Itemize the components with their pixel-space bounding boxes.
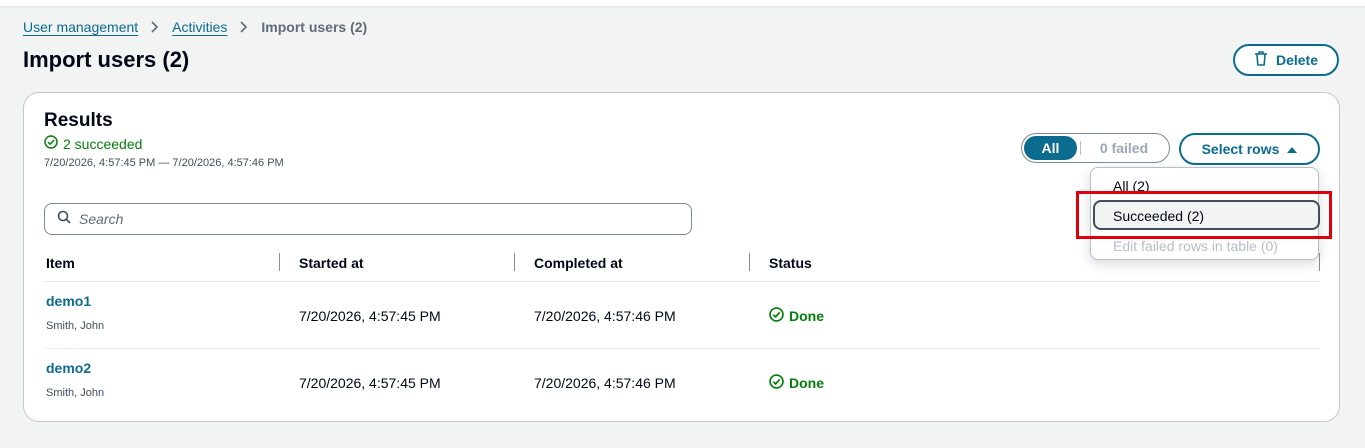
succeeded-indicator: 2 succeeded [44, 135, 142, 152]
results-title: Results [44, 110, 113, 131]
status-label: Done [789, 375, 824, 391]
completed-at: 7/20/2026, 4:57:46 PM [534, 308, 676, 324]
column-divider [514, 253, 515, 271]
column-divider [1319, 253, 1320, 271]
menu-item-edit-failed[interactable]: Edit failed rows in table (0) [1113, 238, 1278, 254]
status-label: Done [789, 308, 824, 324]
column-header-status: Status [769, 255, 812, 271]
started-at: 7/20/2026, 4:57:45 PM [299, 308, 441, 324]
check-circle-icon [769, 374, 784, 392]
breadcrumb-activities[interactable]: Activities [172, 19, 227, 35]
page-title: Import users (2) [23, 47, 190, 72]
highlight-box [1076, 191, 1332, 239]
select-rows-button[interactable]: Select rows [1179, 133, 1320, 165]
started-at: 7/20/2026, 4:57:45 PM [299, 375, 441, 391]
row-divider [44, 281, 1320, 282]
status-filter: All 0 failed [1021, 133, 1170, 163]
column-header-completed: Completed at [534, 255, 623, 271]
status-done: Done [769, 307, 824, 325]
item-link[interactable]: demo1 [46, 293, 91, 309]
completed-at: 7/20/2026, 4:57:46 PM [534, 375, 676, 391]
row-divider [44, 348, 1320, 349]
chevron-right-icon [150, 21, 160, 33]
item-owner: Smith, John [46, 387, 105, 399]
breadcrumb: User management Activities Import users … [23, 17, 367, 37]
caret-up-icon [1287, 141, 1298, 157]
trash-icon [1254, 51, 1268, 69]
breadcrumb-current: Import users (2) [261, 19, 368, 35]
column-header-item: Item [46, 255, 75, 271]
time-range: 7/20/2026, 4:57:45 PM — 7/20/2026, 4:57:… [44, 157, 284, 169]
check-circle-icon [769, 307, 784, 325]
check-circle-icon [44, 135, 58, 152]
column-divider [279, 253, 280, 271]
column-divider [749, 253, 750, 271]
search-field [44, 203, 692, 235]
delete-button[interactable]: Delete [1233, 44, 1339, 76]
item-link[interactable]: demo2 [46, 360, 91, 376]
filter-all[interactable]: All [1024, 136, 1077, 160]
select-rows-label: Select rows [1201, 141, 1280, 157]
filter-failed[interactable]: 0 failed [1081, 140, 1167, 156]
search-input[interactable] [79, 211, 659, 227]
chevron-right-icon [239, 21, 249, 33]
item-owner: Smith, John [46, 320, 105, 332]
breadcrumb-user-management[interactable]: User management [23, 19, 138, 35]
delete-label: Delete [1275, 52, 1319, 68]
column-header-started: Started at [299, 255, 364, 271]
succeeded-count: 2 succeeded [63, 135, 143, 152]
status-done: Done [769, 374, 824, 392]
search-icon [57, 210, 71, 229]
top-bar [0, 0, 1365, 6]
